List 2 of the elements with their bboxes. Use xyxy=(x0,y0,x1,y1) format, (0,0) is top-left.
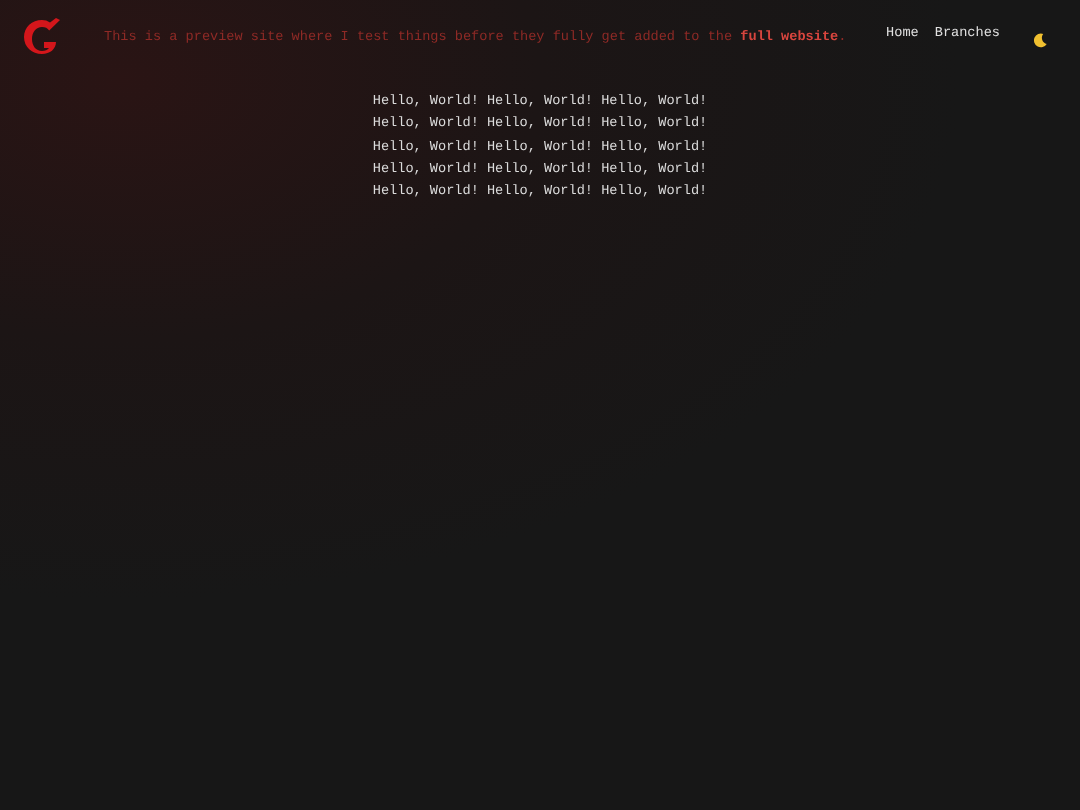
logo-icon[interactable] xyxy=(20,14,64,58)
moon-icon[interactable] xyxy=(1032,31,1048,47)
